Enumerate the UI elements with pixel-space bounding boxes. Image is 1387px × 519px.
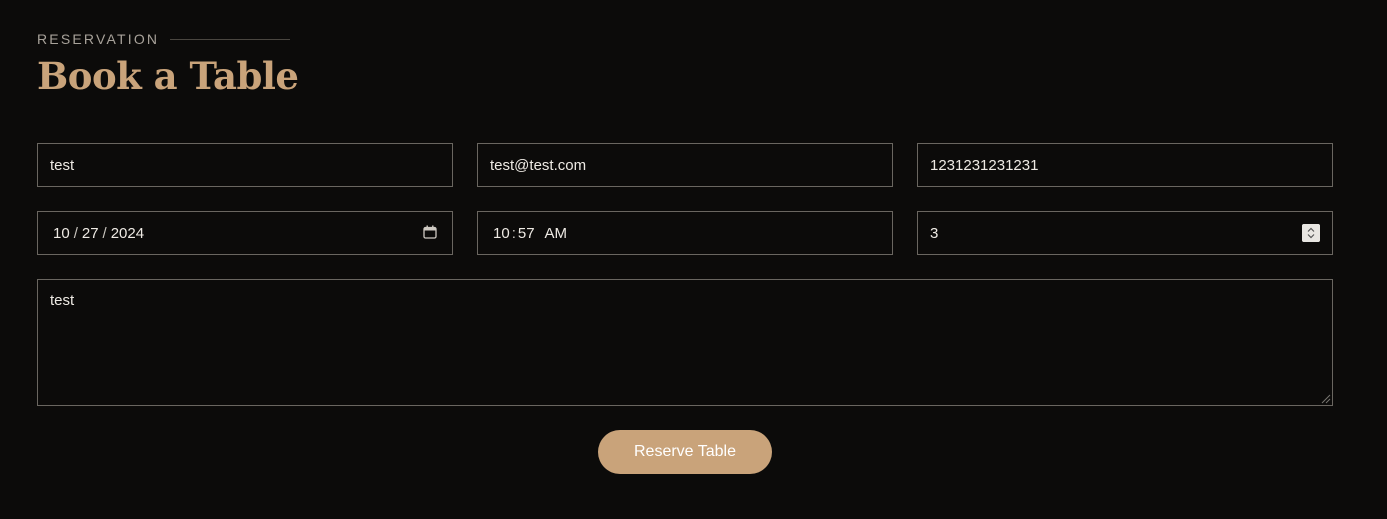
reserve-table-button[interactable]: Reserve Table [598, 430, 772, 474]
time-minute[interactable]: 57 [518, 225, 535, 242]
section-header: RESERVATION Book a Table [37, 30, 299, 98]
people-count-value: 3 [930, 224, 939, 242]
spinner-arrows-icon[interactable] [1302, 224, 1320, 242]
message-textarea[interactable]: test [37, 279, 1333, 406]
email-input-value: test@test.com [490, 156, 587, 174]
message-textarea-value: test [50, 292, 75, 309]
date-input[interactable]: 10 / 27 / 2024 [37, 211, 453, 255]
people-count-input[interactable]: 3 [917, 211, 1333, 255]
phone-input-value: 1231231231231 [930, 156, 1039, 174]
date-month[interactable]: 10 [53, 225, 70, 242]
date-day[interactable]: 27 [82, 225, 99, 242]
date-year[interactable]: 2024 [111, 225, 144, 242]
time-input[interactable]: 10 : 57 AM [477, 211, 893, 255]
calendar-icon[interactable] [423, 225, 437, 239]
resize-grip-icon[interactable] [1320, 393, 1331, 404]
eyebrow-label: RESERVATION [37, 31, 160, 47]
eyebrow: RESERVATION [37, 30, 298, 48]
name-input[interactable]: test [37, 143, 453, 187]
page-title: Book a Table [37, 54, 299, 98]
phone-input[interactable]: 1231231231231 [917, 143, 1333, 187]
time-period[interactable]: AM [545, 225, 568, 242]
name-input-value: test [50, 156, 75, 174]
date-separator: / [73, 224, 78, 242]
time-separator: : [511, 224, 516, 242]
date-separator: / [102, 224, 107, 242]
time-hour[interactable]: 10 [493, 225, 510, 242]
eyebrow-divider [170, 38, 291, 40]
email-input[interactable]: test@test.com [477, 143, 893, 187]
